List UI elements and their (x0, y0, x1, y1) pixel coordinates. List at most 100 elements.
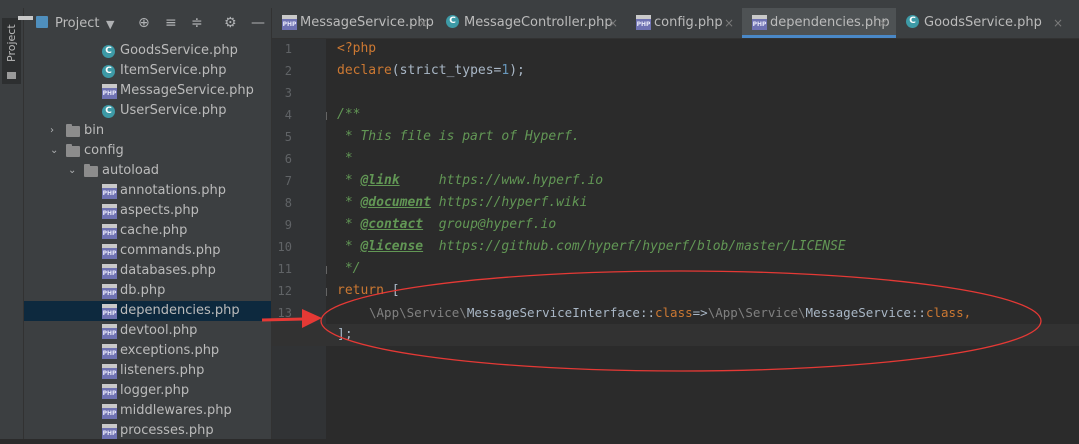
editor-tab[interactable]: PHP dependencies.php × (742, 8, 896, 38)
tree-item-label: middlewares.php (120, 403, 232, 418)
tree-item[interactable]: › bin (24, 121, 271, 141)
editor-tab[interactable]: C MessageController.php × (436, 8, 626, 38)
tree-item[interactable]: PHP devtool.php (24, 321, 271, 341)
comment-text: * (337, 239, 361, 254)
expand-all-icon[interactable]: ≡ (165, 15, 177, 31)
line-number: 4 (284, 108, 292, 122)
editor-tab-label: MessageService.php (300, 15, 434, 30)
editor-tab[interactable]: PHP MessageService.php × (272, 8, 436, 38)
keyword: return (337, 283, 384, 298)
php-file-icon: PHP (102, 204, 117, 219)
php-file-icon: PHP (102, 364, 117, 379)
project-view-icon (36, 16, 48, 28)
line-number: 8 (284, 196, 292, 210)
close-icon[interactable]: × (1053, 15, 1063, 31)
tree-item[interactable]: PHP middlewares.php (24, 401, 271, 421)
tree-item[interactable]: PHP dependencies.php (24, 301, 271, 321)
editor-gutter: 1234567891011121314 (272, 39, 334, 439)
tree-item[interactable]: C GoodsService.php (24, 41, 271, 61)
close-icon[interactable]: × (608, 15, 618, 31)
php-file-icon: PHP (102, 284, 117, 299)
tree-item[interactable]: ⌄ config (24, 141, 271, 161)
folder-icon (66, 144, 80, 157)
code-line-7: * @link https://www.hyperf.io (337, 170, 603, 192)
php-file-icon: PHP (636, 15, 651, 30)
project-tool-tab-label: Project (5, 24, 18, 62)
php-file-icon: PHP (102, 424, 117, 439)
doc-tag: @contact (360, 217, 424, 232)
tree-item-label: db.php (120, 283, 166, 298)
tree-item[interactable]: PHP logger.php (24, 381, 271, 401)
code-line-2: declare(strict_types=1); (337, 60, 525, 82)
close-icon[interactable]: × (878, 15, 888, 31)
php-file-icon: PHP (282, 15, 297, 30)
code-line-8: * @document https://hyperf.wiki (337, 192, 588, 214)
comment-text: * (337, 173, 361, 188)
project-panel: Project ▼ ⊕ ≡ ≑ ⚙ — C GoodsService.php C It… (18, 8, 272, 441)
code-line-13: \App\Service\MessageServiceInterface::cl… (369, 302, 971, 324)
code-line-1: <?php (337, 38, 376, 60)
tree-item[interactable]: PHP annotations.php (24, 181, 271, 201)
tree-item[interactable]: PHP MessageService.php (24, 81, 271, 101)
editor-tab[interactable]: PHP config.php × (626, 8, 742, 38)
class-name: MessageService (805, 305, 911, 320)
tree-item-label: annotations.php (120, 183, 227, 198)
php-class-icon: C (446, 15, 459, 28)
line-number: 7 (284, 174, 292, 188)
tree-item[interactable]: PHP processes.php (24, 421, 271, 441)
tree-item-label: exceptions.php (120, 343, 220, 358)
tree-item[interactable]: PHP aspects.php (24, 201, 271, 221)
php-file-icon: PHP (102, 224, 117, 239)
tree-item-label: devtool.php (120, 323, 198, 338)
keyword: class (925, 305, 964, 320)
line-number: 6 (284, 152, 292, 166)
minimize-icon[interactable]: — (251, 15, 265, 31)
tree-item[interactable]: C ItemService.php (24, 61, 271, 81)
close-icon[interactable]: × (418, 15, 428, 31)
code-line-12: return [ (337, 280, 400, 302)
tree-item[interactable]: PHP databases.php (24, 261, 271, 281)
close-icon[interactable]: × (724, 15, 734, 31)
view-dropdown-icon[interactable]: ▼ (106, 17, 114, 33)
comment-text: group@hyperf.io (423, 217, 557, 232)
php-class-icon: C (102, 65, 115, 78)
class-name: MessageServiceInterface (466, 305, 640, 320)
tree-item[interactable]: PHP cache.php (24, 221, 271, 241)
tree-item[interactable]: PHP db.php (24, 281, 271, 301)
line-number: 9 (284, 218, 292, 232)
project-panel-title[interactable]: Project (55, 16, 99, 31)
php-open-tag: <?php (337, 41, 377, 56)
chevron-right-icon[interactable]: › (50, 123, 60, 139)
project-tool-tab[interactable]: Project (2, 18, 21, 84)
tree-item[interactable]: PHP listeners.php (24, 361, 271, 381)
editor-tab[interactable]: C GoodsService.php × (896, 8, 1071, 38)
namespace: \App\Service\ (707, 305, 806, 320)
code-text: (strict_types= (391, 63, 502, 78)
tree-item-label: databases.php (120, 263, 216, 278)
collapse-all-icon[interactable]: ≑ (191, 15, 203, 31)
tree-item[interactable]: C UserService.php (24, 101, 271, 121)
code-line-4: /** (337, 107, 361, 122)
tree-item[interactable]: PHP commands.php (24, 241, 271, 261)
locate-file-icon[interactable]: ⊕ (138, 15, 150, 31)
chevron-down-icon[interactable]: ⌄ (50, 143, 60, 159)
line-number: 1 (284, 42, 292, 56)
code-text: ); (509, 63, 525, 78)
tree-item[interactable]: PHP exceptions.php (24, 341, 271, 361)
current-line-highlight (272, 324, 1079, 346)
code-text: [ (383, 283, 400, 298)
code-text: :: (639, 305, 655, 320)
code-line-9: * @contact group@hyperf.io (337, 214, 556, 236)
line-number: 10 (277, 240, 292, 254)
code-line-14: ]; (337, 327, 353, 342)
php-file-icon: PHP (102, 264, 117, 279)
line-number: 12 (277, 284, 292, 298)
gear-icon[interactable]: ⚙ (224, 15, 237, 31)
doc-tag: @license (360, 239, 424, 254)
code-line-6: * (337, 151, 353, 166)
chevron-down-icon[interactable]: ⌄ (68, 163, 78, 179)
line-number: 3 (284, 86, 292, 100)
tree-item[interactable]: ⌄ autoload (24, 161, 271, 181)
folder-icon (7, 72, 16, 79)
namespace: \App\Service\ (369, 305, 467, 320)
